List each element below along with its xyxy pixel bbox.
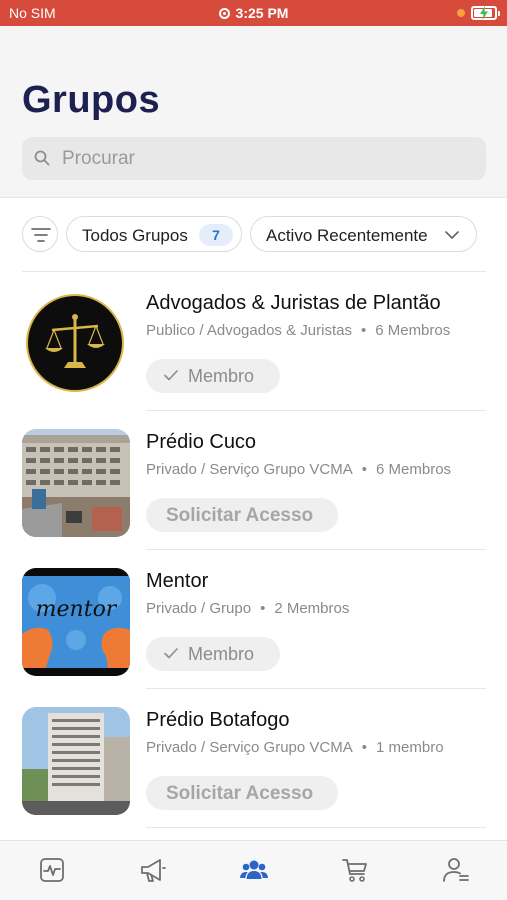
search-input[interactable] bbox=[62, 137, 472, 180]
request-access-label: Solicitar Acesso bbox=[166, 505, 314, 526]
group-name: Prédio Botafogo bbox=[146, 709, 290, 731]
request-access-button[interactable]: Solicitar Acesso bbox=[146, 498, 338, 532]
sort-label: Activo Recentemente bbox=[266, 226, 428, 245]
checkmark-icon bbox=[164, 648, 178, 659]
group-type: Privado / Serviço Grupo VCMA bbox=[146, 461, 353, 478]
groups-icon bbox=[240, 860, 268, 879]
search-icon bbox=[34, 150, 50, 166]
sort-dropdown[interactable]: Activo Recentemente bbox=[250, 216, 477, 252]
privacy-indicator-icon bbox=[457, 9, 465, 17]
all-groups-chip[interactable]: Todos Grupos 7 bbox=[66, 216, 242, 252]
member-button-label: Membro bbox=[188, 366, 255, 386]
tab-profile[interactable] bbox=[441, 855, 471, 885]
megaphone-icon bbox=[141, 859, 166, 882]
group-meta: Privado / Grupo • 2 Membros bbox=[146, 600, 350, 617]
tab-activity[interactable] bbox=[37, 855, 67, 885]
group-type: Publico / Advogados & Juristas bbox=[146, 322, 352, 339]
group-card[interactable]: Prédio Botafogo Privado / Serviço Grupo … bbox=[0, 689, 507, 828]
group-card[interactable]: Advogados & Juristas de Plantão Publico … bbox=[0, 272, 507, 411]
group-type: Privado / Serviço Grupo VCMA bbox=[146, 739, 353, 756]
screen-record-icon bbox=[218, 8, 230, 19]
mentor-logo-text: mentor bbox=[36, 597, 118, 622]
group-name: Prédio Cuco bbox=[146, 431, 257, 453]
group-type: Privado / Grupo bbox=[146, 600, 252, 617]
chevron-down-icon bbox=[445, 231, 459, 239]
page-title: Grupos bbox=[22, 79, 161, 121]
member-button-label: Membro bbox=[188, 644, 255, 664]
request-access-button[interactable]: Solicitar Acesso bbox=[146, 776, 338, 810]
request-access-label: Solicitar Acesso bbox=[166, 783, 314, 804]
building-photo bbox=[22, 707, 130, 815]
filter-icon bbox=[31, 228, 51, 242]
tab-bar bbox=[0, 840, 507, 900]
profile-icon bbox=[443, 858, 469, 882]
filter-row: Todos Grupos 7 Activo Recentemente bbox=[0, 214, 507, 256]
member-count: 1 membro bbox=[376, 739, 444, 756]
building-photo bbox=[22, 429, 130, 537]
mentor-illustration: mentor bbox=[22, 568, 130, 676]
group-name: Mentor bbox=[146, 570, 209, 592]
group-meta: Publico / Advogados & Juristas • 6 Membros bbox=[146, 322, 451, 339]
header: Grupos bbox=[0, 26, 507, 198]
tab-shop[interactable] bbox=[340, 855, 370, 885]
group-card[interactable]: mentor Mentor Privado / Grupo • 2 Membros … bbox=[0, 550, 507, 689]
divider bbox=[146, 827, 486, 828]
group-image-mentor: mentor bbox=[22, 568, 130, 676]
activity-icon bbox=[40, 858, 64, 882]
group-image-building bbox=[22, 707, 130, 815]
group-meta: Privado / Serviço Grupo VCMA • 6 Membros bbox=[146, 461, 452, 478]
clock: 3:25 PM bbox=[235, 5, 289, 21]
all-groups-label: Todos Grupos bbox=[82, 226, 188, 245]
member-count: 6 Membros bbox=[375, 322, 451, 339]
search-bar[interactable] bbox=[22, 137, 486, 180]
member-button[interactable]: Membro bbox=[146, 637, 280, 671]
scales-of-justice-icon bbox=[45, 314, 105, 368]
group-meta: Privado / Serviço Grupo VCMA • 1 membro bbox=[146, 739, 444, 756]
member-button[interactable]: Membro bbox=[146, 359, 280, 393]
groups-count-badge: 7 bbox=[199, 224, 233, 246]
cart-icon bbox=[342, 859, 367, 882]
status-bar: No SIM 3:25 PM bbox=[0, 0, 507, 26]
member-count: 2 Membros bbox=[274, 600, 350, 617]
group-image-building bbox=[22, 429, 130, 537]
tab-groups[interactable] bbox=[239, 855, 269, 885]
member-count: 6 Membros bbox=[376, 461, 452, 478]
group-name: Advogados & Juristas de Plantão bbox=[146, 292, 441, 314]
checkmark-icon bbox=[164, 370, 178, 381]
tab-announcements[interactable] bbox=[138, 855, 168, 885]
filter-button[interactable] bbox=[22, 216, 58, 252]
battery-charging-icon bbox=[471, 6, 500, 20]
group-card[interactable]: Prédio Cuco Privado / Serviço Grupo VCMA… bbox=[0, 411, 507, 550]
group-image-scales bbox=[26, 294, 124, 392]
